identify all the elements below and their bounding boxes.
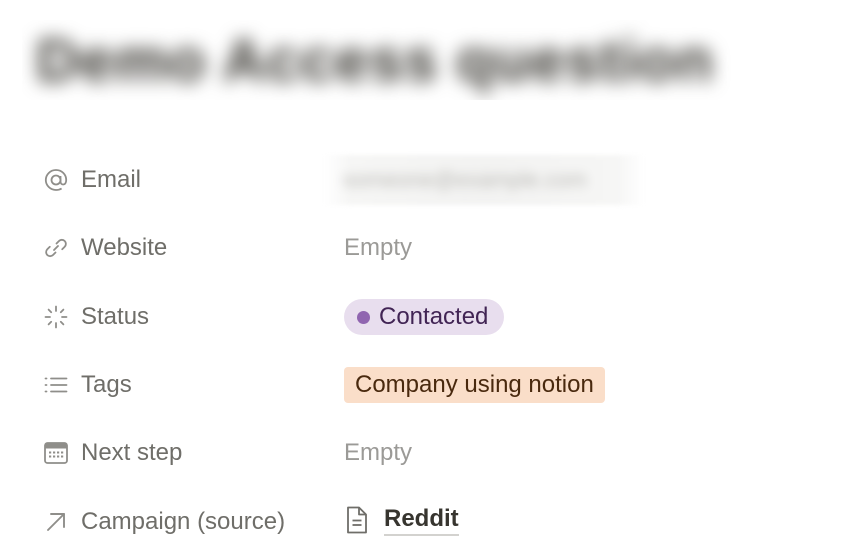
property-label-campaign: Campaign (source) bbox=[81, 508, 286, 535]
property-label-email: Email bbox=[81, 166, 142, 193]
property-label-next-step: Next step bbox=[81, 439, 183, 466]
property-row-campaign[interactable]: Campaign (source) Reddit bbox=[0, 486, 842, 554]
status-badge[interactable]: Contacted bbox=[344, 299, 505, 335]
at-sign-icon bbox=[42, 166, 70, 194]
page-title-blurred: Demo Access question bbox=[22, 20, 815, 100]
campaign-relation[interactable]: Reddit bbox=[344, 504, 459, 542]
website-value[interactable]: Empty bbox=[344, 234, 412, 262]
property-label-status: Status bbox=[81, 303, 150, 330]
calendar-icon bbox=[42, 439, 70, 467]
status-spinner-icon bbox=[42, 303, 70, 331]
status-dot-icon bbox=[357, 310, 370, 324]
property-label-website: Website bbox=[81, 234, 168, 261]
page-title[interactable]: Demo Access question bbox=[36, 26, 714, 95]
property-label-tags: Tags bbox=[81, 371, 132, 398]
tag-chip[interactable]: Company using notion bbox=[344, 367, 605, 403]
tags-multiselect[interactable]: Company using notion bbox=[344, 367, 605, 403]
property-row-next-step[interactable]: Next step Empty bbox=[0, 418, 842, 486]
status-select[interactable]: Contacted bbox=[344, 299, 505, 335]
email-value-blurred[interactable]: someone@example.com bbox=[325, 155, 643, 205]
property-row-email[interactable]: Email someone@example.com bbox=[0, 146, 842, 214]
link-icon bbox=[42, 234, 70, 262]
property-row-website[interactable]: Website Empty bbox=[0, 214, 842, 282]
next-step-value[interactable]: Empty bbox=[344, 439, 412, 467]
list-icon bbox=[42, 371, 70, 399]
property-row-status[interactable]: Status Contacted bbox=[0, 282, 842, 350]
campaign-link[interactable]: Reddit bbox=[384, 504, 459, 536]
property-row-tags[interactable]: Tags Company using notion bbox=[0, 350, 842, 418]
document-icon bbox=[344, 505, 370, 535]
email-value: someone@example.com bbox=[343, 167, 587, 192]
arrow-up-right-icon bbox=[42, 508, 70, 536]
status-badge-label: Contacted bbox=[379, 303, 489, 330]
